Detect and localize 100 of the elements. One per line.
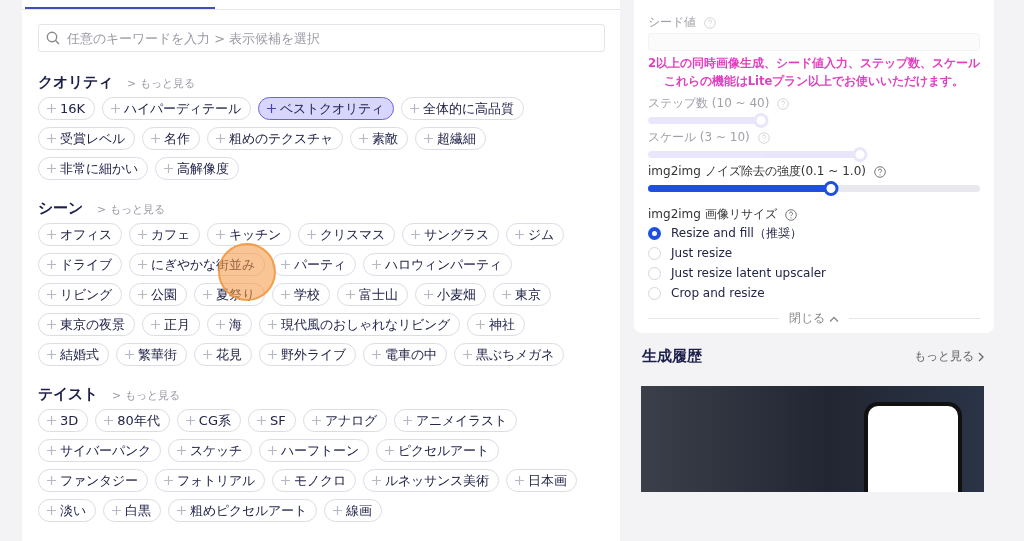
tag-chip[interactable]: リビング	[38, 283, 122, 306]
plus-icon	[268, 446, 277, 455]
plus-icon	[515, 476, 524, 485]
tag-chip[interactable]: 超繊細	[415, 127, 486, 150]
tag-chip[interactable]: 学校	[272, 283, 330, 306]
plus-icon	[463, 350, 472, 359]
tag-chip[interactable]: サイバーパンク	[38, 439, 161, 462]
tag-chip[interactable]: 富士山	[337, 283, 408, 306]
tag-chip[interactable]: 公園	[129, 283, 187, 306]
plus-icon	[104, 416, 114, 425]
tag-chip[interactable]: アニメイラスト	[393, 409, 517, 432]
tag-chip[interactable]: 神社	[467, 313, 525, 336]
tag-chip[interactable]: 日本画	[506, 469, 577, 492]
search-icon	[46, 31, 60, 45]
tag-chip[interactable]: ドライブ	[38, 253, 122, 276]
plus-icon	[372, 260, 381, 269]
tag-chip[interactable]: 白黒	[103, 499, 161, 522]
tag-chip[interactable]: 淡い	[38, 499, 96, 522]
tag-chip[interactable]: CG系	[176, 409, 241, 432]
tag-chip[interactable]: ハロウィンパーティ	[363, 253, 512, 276]
touch-indicator	[218, 243, 276, 301]
plus-icon	[47, 290, 56, 299]
tag-chip[interactable]: 素敵	[350, 127, 408, 150]
plus-icon	[268, 320, 277, 329]
help-icon	[873, 165, 886, 178]
tag-chip[interactable]: 線画	[324, 499, 382, 522]
search-field[interactable]: 任意のキーワードを入力 > 表示候補を選択	[38, 24, 605, 52]
plus-icon	[47, 476, 56, 485]
radio-option[interactable]: Resize and fill（推奨）	[648, 223, 802, 243]
help-icon	[777, 97, 790, 110]
tag-chip[interactable]: 全体的に高品質	[401, 97, 525, 120]
more-link[interactable]: もっと見る	[914, 348, 984, 365]
field-label: img2img 画像リサイズ	[648, 206, 777, 223]
tag-chip[interactable]: ファンタジー	[38, 469, 148, 492]
tag-chip[interactable]: ハイパーディテール	[102, 97, 252, 120]
tag-chip[interactable]: 3D	[38, 409, 89, 432]
tag-chip[interactable]: キッチン	[207, 223, 291, 246]
tag-chip[interactable]: 受賞レベル	[38, 127, 135, 150]
radio-button[interactable]	[648, 226, 661, 240]
tag-chip[interactable]: アナログ	[302, 409, 387, 432]
tag-chip[interactable]: カフェ	[129, 223, 200, 246]
plus-icon	[476, 320, 485, 329]
tag-chip[interactable]: フォトリアル	[155, 469, 265, 492]
plus-icon	[151, 134, 160, 143]
tag-chip[interactable]: オフィス	[38, 223, 122, 246]
plus-icon	[47, 506, 56, 515]
tag-chip[interactable]: ピクセルアート	[376, 439, 499, 462]
tag-chip[interactable]: ベストクオリティ	[258, 97, 395, 120]
radio-option[interactable]: Just resize	[648, 243, 733, 263]
tag-chip[interactable]: 名作	[142, 127, 200, 150]
tag-chip[interactable]: クリスマス	[298, 223, 395, 246]
field-label: シード値	[648, 14, 696, 31]
tag-chip[interactable]: 正月	[142, 313, 200, 336]
tag-chip[interactable]: スケッチ	[168, 439, 252, 462]
tag-chip[interactable]: ハーフトーン	[259, 439, 369, 462]
collapse-button[interactable]: 閉じる	[789, 310, 839, 327]
plus-icon	[138, 290, 147, 299]
promo-banner-image[interactable]	[641, 386, 984, 492]
tag-chip[interactable]: 結婚式	[38, 343, 109, 366]
plus-icon	[177, 446, 186, 455]
tag-chip[interactable]: 80年代	[95, 409, 170, 432]
tag-chip[interactable]: 東京の夜景	[38, 313, 135, 336]
slider-thumb[interactable]	[823, 181, 839, 196]
plus-icon	[151, 320, 160, 329]
radio-option[interactable]: Crop and resize	[648, 283, 765, 303]
tag-chip[interactable]: 高解像度	[155, 157, 239, 180]
tag-chip[interactable]: 粗めピクセルアート	[168, 499, 317, 522]
upgrade-notice: 2以上の同時画像生成、シード値入力、ステップ数、スケール これらの機能はLiteプラン以上でお使いいただけます。	[648, 55, 980, 90]
tag-chip[interactable]: 粗めのテクスチャ	[207, 127, 343, 150]
plus-icon	[47, 320, 56, 329]
radio-option[interactable]: Just resize latent upscaler	[648, 263, 827, 283]
plus-icon	[47, 260, 56, 269]
plus-icon	[515, 230, 524, 239]
tag-chip[interactable]: ジム	[506, 223, 564, 246]
tag-chip[interactable]: 16K	[38, 97, 96, 120]
plus-icon	[164, 164, 173, 173]
tag-chip[interactable]: 現代風のおしゃれなリビング	[259, 313, 460, 336]
plus-icon	[346, 290, 355, 299]
tag-chip[interactable]: SF	[248, 409, 296, 432]
tag-chip[interactable]: パーティ	[272, 253, 356, 276]
tag-chip[interactable]: サングラス	[402, 223, 499, 246]
tag-chip[interactable]: 非常に細かい	[38, 157, 148, 180]
tag-chip[interactable]: 野外ライブ	[259, 343, 356, 366]
plus-icon	[185, 416, 195, 425]
plus-icon	[216, 134, 225, 143]
tag-chip[interactable]: 海	[207, 313, 252, 336]
tag-chip[interactable]: 黒ぶちメガネ	[454, 343, 564, 366]
tag-chip[interactable]: モノクロ	[272, 469, 356, 492]
section-title: テイスト	[38, 385, 98, 404]
tag-chip[interactable]: 小麦畑	[415, 283, 486, 306]
tag-chip[interactable]: 繁華街	[116, 343, 187, 366]
tag-chip[interactable]: にぎやかな街並み	[129, 253, 265, 276]
plus-icon	[216, 230, 225, 239]
plus-icon	[385, 446, 394, 455]
tag-chip[interactable]: 花見	[194, 343, 252, 366]
tag-chip[interactable]: 東京	[493, 283, 551, 306]
tag-chip[interactable]: 電車の中	[363, 343, 447, 366]
plus-icon	[47, 416, 56, 425]
plus-icon	[502, 290, 511, 299]
tag-chip[interactable]: ルネッサンス美術	[363, 469, 499, 492]
